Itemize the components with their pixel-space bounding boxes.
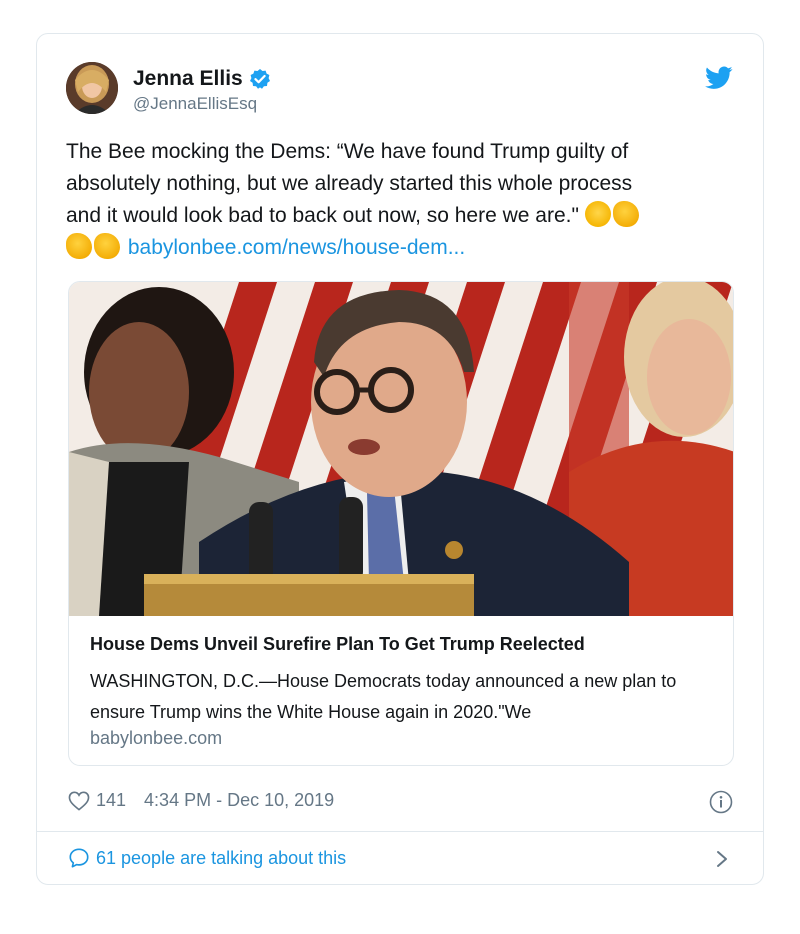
conversation-link[interactable]: 61 people are talking about this <box>68 847 346 869</box>
link-card-title[interactable]: House Dems Unveil Surefire Plan To Get T… <box>90 634 585 655</box>
conversation-label[interactable]: 61 people are talking about this <box>96 848 346 869</box>
link-preview-image[interactable] <box>69 282 733 616</box>
verified-badge-icon <box>249 68 271 90</box>
link-card-description: WASHINGTON, D.C.—House Democrats today a… <box>90 671 677 722</box>
link-preview-card[interactable]: House Dems Unveil Surefire Plan To Get T… <box>68 281 734 766</box>
tweet-link[interactable]: babylonbee.com/news/house-dem... <box>128 236 465 259</box>
author-handle[interactable]: @JennaEllisEsq <box>133 94 257 114</box>
info-icon[interactable] <box>709 790 733 814</box>
clapping-hands-emoji-icon <box>612 201 639 227</box>
tweet-timestamp[interactable]: 4:34 PM - Dec 10, 2019 <box>144 790 334 811</box>
heart-icon[interactable] <box>68 791 90 811</box>
clapping-hands-emoji-icon <box>66 233 92 259</box>
author-name-row[interactable]: Jenna Ellis <box>133 67 271 91</box>
tweet-text-line: absolutely nothing, but we already start… <box>66 172 633 195</box>
author-name[interactable]: Jenna Ellis <box>133 67 243 91</box>
like-count[interactable]: 141 <box>96 790 126 811</box>
tweet-text-line: and it would look bad to back out now, s… <box>66 200 716 232</box>
tweet-text-line-3: and it would look bad to back out now, s… <box>66 204 579 227</box>
embedded-tweet-card: Jenna Ellis @JennaEllisEsq The Bee mocki… <box>36 33 764 885</box>
clapping-hands-emoji-icon <box>94 233 120 259</box>
reply-bubble-icon <box>68 847 90 869</box>
tweet-text-line: The Bee mocking the Dems: “We have found… <box>66 140 629 163</box>
twitter-bird-icon[interactable] <box>705 66 733 90</box>
tweet-text-line: babylonbee.com/news/house-dem... <box>66 232 716 264</box>
tweet-meta-row: 141 4:34 PM - Dec 10, 2019 <box>68 790 334 811</box>
avatar[interactable] <box>66 62 118 114</box>
tweet-text: The Bee mocking the Dems: “We have found… <box>66 136 716 264</box>
link-card-domain: babylonbee.com <box>90 728 223 748</box>
tears-of-joy-emoji-icon <box>584 201 611 227</box>
chevron-right-icon[interactable] <box>715 849 729 869</box>
divider <box>37 831 763 832</box>
